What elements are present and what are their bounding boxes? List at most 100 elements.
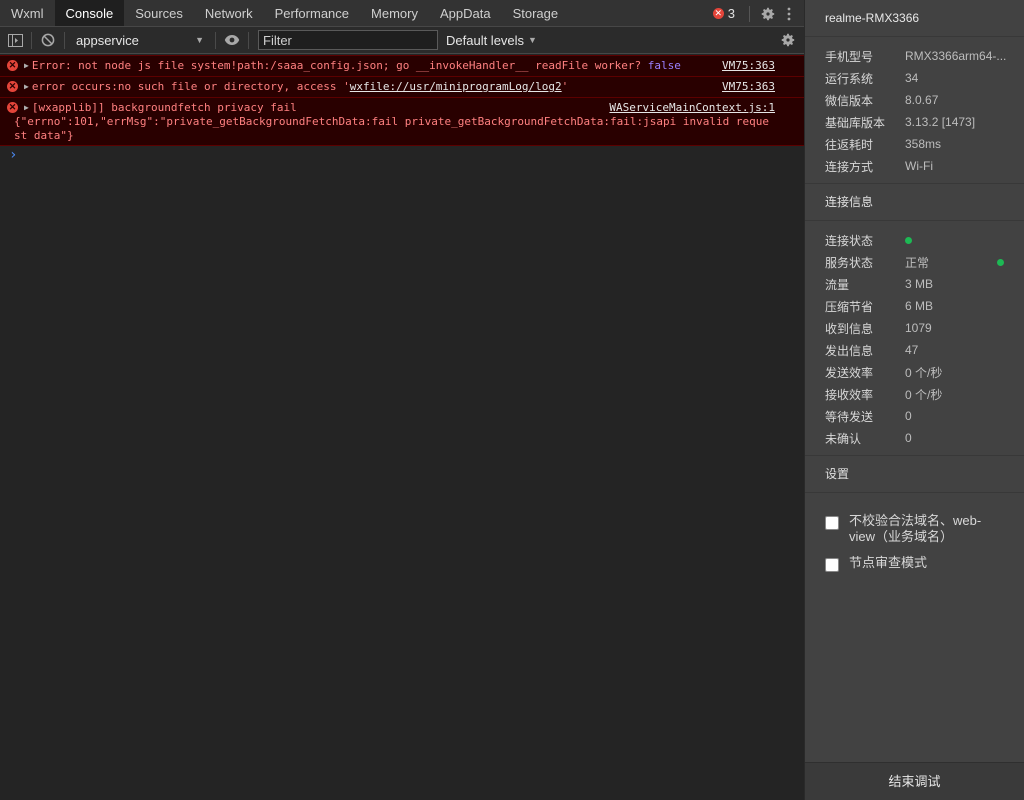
divider [248, 31, 249, 49]
info-key: 发送效率 [825, 365, 874, 380]
chevron-down-icon: ▼ [528, 35, 537, 45]
info-row: 接收效率 0 个/秒 [805, 383, 1024, 405]
context-select-value: appservice [76, 32, 139, 48]
info-row: 往返耗时 358ms [805, 133, 1024, 155]
info-key: 连接方式 [825, 159, 874, 174]
info-key: 收到信息 [825, 321, 874, 336]
log-levels-label: Default levels [446, 32, 525, 48]
expand-triangle-icon[interactable]: ▶ [24, 80, 29, 94]
console-error-message[interactable]: ✕ ▶ Error: not node js file system!path:/… [0, 55, 804, 77]
device-info-panel: realme-RMX3366 手机型号 RMX3366arm64-... 运行系统… [804, 0, 1024, 800]
tab-wxml[interactable]: Wxml [0, 0, 55, 26]
error-icon: ✕ [7, 102, 18, 113]
status-dot-icon [997, 259, 1004, 266]
info-value: 3.13.2 [1473] [905, 115, 976, 129]
settings-gear-icon[interactable] [756, 2, 780, 26]
clear-console-icon[interactable] [37, 29, 59, 51]
message-source-link[interactable]: VM75:363 [722, 80, 775, 94]
message-keyword: false [647, 59, 681, 72]
checkbox-label: 节点审查模式 [849, 555, 928, 570]
info-row: 基础库版本 3.13.2 [1473] [805, 111, 1024, 133]
info-key: 运行系统 [825, 71, 874, 86]
expand-triangle-icon[interactable]: ▶ [24, 101, 29, 115]
info-value: 正常 [905, 255, 930, 270]
error-counter[interactable]: ✕ 3 [712, 6, 735, 21]
info-value: 358ms [905, 137, 942, 151]
tab-sources[interactable]: Sources [124, 0, 194, 26]
tab-memory[interactable]: Memory [360, 0, 429, 26]
message-source-link[interactable]: WAServiceMainContext.js:1 [609, 101, 775, 115]
status-dot-icon [905, 236, 912, 244]
end-debug-button[interactable]: 结束调试 [805, 762, 1024, 800]
info-value: 47 [905, 343, 919, 357]
info-key: 基础库版本 [825, 115, 886, 130]
device-title: realme-RMX3366 [805, 0, 1024, 37]
info-value: 8.0.67 [905, 93, 939, 107]
message-text: Error: not node js file system!path:/saa… [31, 59, 648, 72]
info-row: 服务状态 正常 [805, 251, 1024, 273]
info-key: 发出信息 [825, 343, 874, 358]
info-value: 34 [905, 71, 919, 85]
info-row: 连接状态 [805, 229, 1024, 251]
devtools-tabbar: Wxml Console Sources Network Performance… [0, 0, 804, 27]
info-key: 未确认 [825, 431, 862, 446]
info-key: 流量 [825, 277, 850, 292]
console-error-message[interactable]: ✕ ▶ error occurs:no such file or director… [0, 76, 804, 98]
sidebar-toggle-icon[interactable] [4, 29, 26, 51]
message-detail: {"errno":101,"errMsg":"private_getBackgr… [14, 115, 769, 142]
info-value: 3 MB [905, 277, 934, 291]
info-value: 6 MB [905, 299, 934, 313]
message-text-tail: ' [561, 80, 569, 93]
console-error-message[interactable]: ✕ ▶ [wxapplib]] backgroundfetch privacy f… [0, 97, 804, 146]
info-key: 等待发送 [825, 409, 874, 424]
node-inspect-option[interactable]: 节点审查模式 [805, 555, 1024, 572]
info-row: 压缩节省 6 MB [805, 295, 1024, 317]
log-levels-dropdown[interactable]: Default levels ▼ [446, 33, 537, 48]
error-icon: ✕ [7, 60, 18, 71]
chevron-down-icon: ▼ [195, 35, 204, 45]
divider [749, 5, 750, 22]
tab-appdata[interactable]: AppData [429, 0, 502, 26]
info-value: 0 个/秒 [905, 365, 943, 380]
more-menu-icon[interactable] [780, 2, 798, 26]
message-text: error occurs:no such file or directory, … [31, 80, 350, 93]
info-row: 手机型号 RMX3366arm64-... [805, 45, 1024, 67]
tab-storage[interactable]: Storage [502, 0, 570, 26]
console-settings-gear-icon[interactable] [776, 29, 800, 51]
node-inspect-checkbox[interactable] [825, 558, 839, 572]
info-value: Wi-Fi [905, 159, 933, 173]
filter-input[interactable] [258, 30, 438, 50]
message-file-link[interactable]: wxfile://usr/miniprogramLog/log2 [350, 80, 562, 93]
info-key: 连接状态 [825, 233, 874, 248]
console-output: ✕ ▶ Error: not node js file system!path:/… [0, 55, 804, 163]
tab-performance[interactable]: Performance [264, 0, 360, 26]
error-count: 3 [727, 6, 735, 21]
info-row: 微信版本 8.0.67 [805, 89, 1024, 111]
context-select[interactable]: appservice ▼ [70, 30, 210, 50]
divider [215, 31, 216, 49]
message-source-link[interactable]: VM75:363 [722, 59, 775, 73]
tab-network[interactable]: Network [194, 0, 264, 26]
info-value: 1079 [905, 321, 932, 335]
divider [64, 31, 65, 49]
connection-info-heading: 连接信息 [805, 184, 1024, 221]
settings-options: 不校验合法域名、web-view（业务域名） 节点审查模式 [805, 493, 1024, 572]
settings-heading: 设置 [805, 456, 1024, 493]
info-key: 接收效率 [825, 387, 874, 402]
tabbar-actions: ✕ 3 [712, 0, 804, 27]
info-key: 服务状态 [825, 255, 874, 270]
error-icon: ✕ [712, 8, 724, 19]
skip-domain-check-option[interactable]: 不校验合法域名、web-view（业务域名） [805, 513, 1024, 545]
devtools-pane: Wxml Console Sources Network Performance… [0, 0, 804, 800]
expand-triangle-icon[interactable]: ▶ [24, 59, 29, 73]
info-row: 运行系统 34 [805, 67, 1024, 89]
skip-domain-check-checkbox[interactable] [825, 516, 839, 530]
tab-console[interactable]: Console [54, 0, 125, 26]
info-row: 收到信息 1079 [805, 317, 1024, 339]
info-key: 压缩节省 [825, 299, 874, 314]
info-value: 0 个/秒 [905, 387, 943, 402]
connection-info-list: 连接状态 服务状态 正常 流量 3 MB 压缩节省 6 MB 收到信息 1079 发出信… [805, 221, 1024, 456]
error-icon: ✕ [7, 81, 18, 92]
console-prompt[interactable]: › [0, 145, 804, 163]
eye-icon[interactable] [221, 29, 243, 51]
